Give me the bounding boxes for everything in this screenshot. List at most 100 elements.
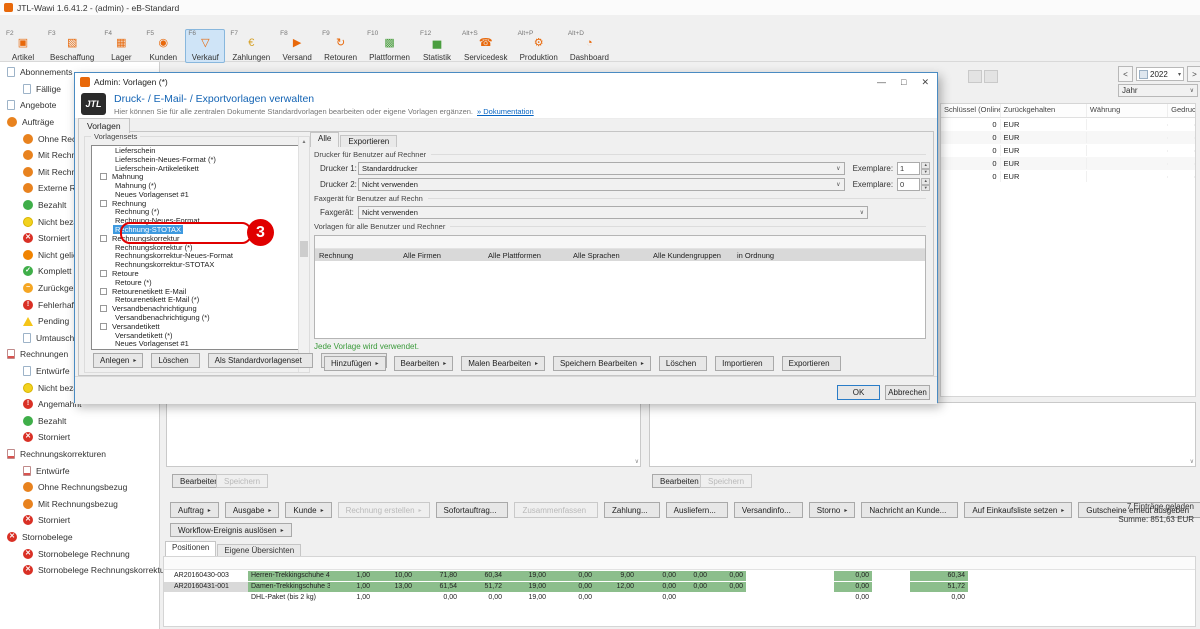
tree-item[interactable]: Mahnung bbox=[92, 172, 304, 181]
tab-alle[interactable]: Alle bbox=[310, 132, 339, 147]
toolbar-button[interactable]: F7 € Zahlungen bbox=[227, 29, 275, 63]
close-icon[interactable]: ✕ bbox=[921, 77, 929, 88]
action-button[interactable]: Rechnung erstellen ▸ bbox=[338, 502, 430, 518]
tree-scrollbar[interactable]: ▲ ▼ bbox=[298, 137, 309, 372]
year-select[interactable]: 2022 ▾ bbox=[1136, 67, 1184, 81]
dialog-action-button[interactable]: Malen Bearbeiten ▸ bbox=[461, 356, 545, 371]
table-row[interactable]: 0 EUR bbox=[941, 131, 1195, 144]
dialog-action-button[interactable]: Bearbeiten ▸ bbox=[394, 356, 454, 371]
toolbar-button[interactable]: F12 ▅ Statistik bbox=[417, 29, 457, 63]
toolbar-button[interactable]: F6 ▽ Verkauf bbox=[185, 29, 225, 63]
printer2-copies-stepper[interactable]: 0 bbox=[897, 178, 920, 191]
action-button[interactable]: Auftrag ▸ bbox=[170, 502, 219, 518]
dialog-titlebar[interactable]: Admin: Vorlagen (*) — □ ✕ bbox=[75, 73, 937, 91]
tree-expander-icon[interactable] bbox=[100, 173, 107, 180]
column-header[interactable]: Gedruckt a bbox=[1168, 104, 1195, 117]
period-select[interactable]: Jahr bbox=[1118, 84, 1198, 97]
tree-item[interactable]: Retourenetikett E-Mail bbox=[92, 287, 304, 296]
action-button[interactable]: Kunde ▸ bbox=[285, 502, 331, 518]
printer2-select[interactable]: Nicht verwenden bbox=[358, 178, 845, 191]
sidebar-item[interactable]: Entwürfe bbox=[0, 462, 159, 479]
sidebar-item[interactable]: Bezahlt bbox=[0, 412, 159, 429]
table-row[interactable]: DHL-Paket (bis 2 kg) 1,00 0,00 0,00 19,0… bbox=[164, 593, 1195, 603]
tree-item[interactable]: Retourenetikett E-Mail (*) bbox=[92, 296, 304, 305]
maximize-icon[interactable]: □ bbox=[901, 77, 906, 88]
toolbar-button[interactable]: F8 ▶ Versand bbox=[277, 29, 317, 63]
fax-select[interactable]: Nicht verwenden bbox=[358, 206, 868, 219]
tree-expander-icon[interactable] bbox=[100, 305, 107, 312]
table-row[interactable]: AR20160430-003 Herren-Trekkingschuhe 42 … bbox=[164, 571, 1195, 581]
minimize-icon[interactable]: — bbox=[877, 77, 886, 88]
edit-button-right[interactable]: Bearbeiten bbox=[652, 474, 707, 488]
sidebar-item[interactable]: Stornobelege Rechnungskorrektur bbox=[0, 562, 159, 579]
tab-eigene-uebersichten[interactable]: Eigene Übersichten bbox=[217, 544, 301, 556]
tab-vorlagen[interactable]: Vorlagen bbox=[78, 118, 130, 133]
action-button[interactable]: Zahlung... bbox=[604, 502, 660, 518]
action-button[interactable]: Storno ▸ bbox=[809, 502, 856, 518]
toolbar-button[interactable]: F5 ◉ Kunden bbox=[143, 29, 183, 63]
sidebar-item[interactable]: Storniert bbox=[0, 429, 159, 446]
scroll-up-icon[interactable]: ▲ bbox=[299, 139, 309, 145]
documentation-link[interactable]: » Dokumentation bbox=[477, 107, 534, 116]
toolbar-button[interactable]: F10 ▩ Plattformen bbox=[364, 29, 415, 63]
cancel-button[interactable]: Abbrechen bbox=[885, 385, 930, 400]
toolbar-button[interactable]: F2 ▣ Artikel bbox=[3, 29, 43, 63]
toolbar-button[interactable]: Alt+P ⚙ Produktion bbox=[515, 29, 563, 63]
column-header[interactable]: Währung bbox=[1087, 104, 1168, 117]
table-row[interactable]: 0 EUR bbox=[941, 144, 1195, 157]
order-text-panel-left[interactable]: ∨ bbox=[166, 402, 641, 467]
tree-expander-icon[interactable] bbox=[100, 270, 107, 277]
tree-item[interactable]: Mahnung (*) bbox=[92, 181, 304, 190]
tree-action-button[interactable]: Anlegen ▸ bbox=[93, 353, 143, 368]
tree-item[interactable]: Neues Vorlagenset #1 bbox=[92, 190, 304, 199]
toolbar-button[interactable]: Alt+S ☎ Servicedesk bbox=[459, 29, 513, 63]
table-row[interactable]: Rechnung Alle Firmen Alle Plattformen Al… bbox=[315, 249, 925, 261]
toolbar-button[interactable]: F4 ▦ Lager bbox=[101, 29, 141, 63]
tree-item[interactable]: Lieferschein-Neues-Format (*) bbox=[92, 155, 304, 164]
tree-expander-icon[interactable] bbox=[100, 200, 107, 207]
order-text-panel-right[interactable]: ∨ bbox=[649, 402, 1196, 467]
tab-positionen[interactable]: Positionen bbox=[165, 541, 216, 556]
table-row[interactable]: 0 EUR bbox=[941, 118, 1195, 131]
sidebar-item[interactable]: Ohne Rechnungsbezug bbox=[0, 479, 159, 496]
toolbar-button[interactable]: Alt+D ◔ Dashboard bbox=[565, 29, 614, 63]
dialog-action-button[interactable]: Hinzufügen ▸ bbox=[324, 356, 386, 371]
tree-item[interactable]: Versandbenachrichtigung (*) bbox=[92, 313, 304, 322]
stepper-arrows[interactable] bbox=[921, 162, 930, 175]
dialog-action-button[interactable]: Löschen bbox=[659, 356, 707, 371]
sidebar-item[interactable]: Storniert bbox=[0, 512, 159, 529]
action-button[interactable]: Ausliefern... bbox=[666, 502, 728, 518]
tree-item[interactable]: Rechnung bbox=[92, 199, 304, 208]
dialog-action-button[interactable]: Exportieren bbox=[782, 356, 841, 371]
action-button[interactable]: Ausgabe ▸ bbox=[225, 502, 280, 518]
tree-item[interactable]: Retoure (*) bbox=[92, 278, 304, 287]
tree-expander-icon[interactable] bbox=[100, 288, 107, 295]
column-header[interactable]: Schlüssel (Onlines... bbox=[941, 104, 1001, 117]
toolbar-button[interactable]: F9 ↻ Retouren bbox=[319, 29, 362, 63]
dialog-action-button[interactable]: Speichern Bearbeiten ▸ bbox=[553, 356, 651, 371]
next-year-button[interactable]: > bbox=[1187, 66, 1200, 82]
tree-item[interactable]: Lieferschein-Artikeletikett bbox=[92, 164, 304, 173]
tree-item[interactable]: Rechnungskorrektur (*) bbox=[92, 243, 304, 252]
tree-item[interactable]: Versandbenachrichtigung bbox=[92, 304, 304, 313]
sidebar-item[interactable]: Stornobelege Rechnung bbox=[0, 545, 159, 562]
sidebar-item[interactable]: Rechnungskorrekturen bbox=[0, 446, 159, 463]
table-row[interactable]: 0 EUR bbox=[941, 157, 1195, 170]
action-button[interactable]: Sofortauftrag... bbox=[436, 502, 509, 518]
scrollbar-thumb[interactable] bbox=[300, 241, 308, 257]
action-button[interactable]: Nachricht an Kunde... bbox=[861, 502, 958, 518]
stepper-arrows[interactable] bbox=[921, 178, 930, 191]
tree-item[interactable]: Neues Vorlagenset #1 bbox=[92, 340, 304, 349]
column-header[interactable]: Zurückgehalten bbox=[1001, 104, 1087, 117]
ok-button[interactable]: OK bbox=[837, 385, 880, 400]
action-button[interactable]: Zusammenfassen bbox=[514, 502, 598, 518]
printer1-copies-stepper[interactable]: 1 bbox=[897, 162, 920, 175]
workflow-trigger-button[interactable]: Workflow-Ereignis auslösen ▸ bbox=[170, 523, 292, 537]
tree-expander-icon[interactable] bbox=[100, 235, 107, 242]
tree-action-button[interactable]: Löschen bbox=[151, 353, 199, 368]
table-row[interactable]: 0 EUR bbox=[941, 170, 1195, 183]
tree-item[interactable]: Retoure bbox=[92, 269, 304, 278]
tree-expander-icon[interactable] bbox=[100, 323, 107, 330]
sidebar-item[interactable]: Stornobelege bbox=[0, 529, 159, 546]
action-button[interactable]: Auf Einkaufsliste setzen ▸ bbox=[964, 502, 1072, 518]
